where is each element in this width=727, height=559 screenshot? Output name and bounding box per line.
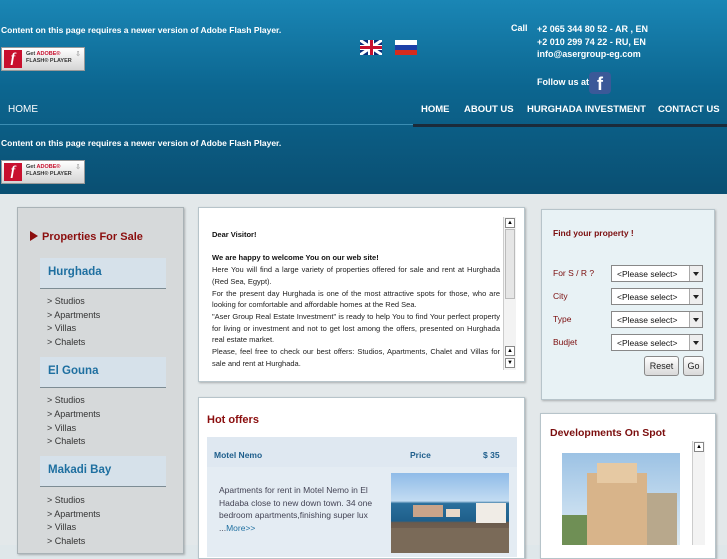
facebook-icon[interactable]: f (589, 72, 611, 94)
flash-message-banner: Content on this page requires a newer ve… (1, 138, 282, 148)
chevron-down-icon (689, 289, 702, 304)
chevron-down-icon (689, 335, 702, 350)
type-label: Type (553, 314, 572, 324)
welcome-greeting: Dear Visitor! (212, 230, 257, 239)
flash-message-top: Content on this page requires a newer ve… (1, 25, 282, 35)
sidebar-item-villas[interactable]: > Villas (47, 522, 76, 532)
get-flash-player-button-top[interactable]: f Get ADOBE® FLASH® PLAYER ⇩ (1, 47, 85, 71)
reset-button[interactable]: Reset (644, 356, 679, 376)
get-flash-player-button-banner[interactable]: f Get ADOBE® FLASH® PLAYER ⇩ (1, 160, 85, 184)
follow-us-label: Follow us at (537, 77, 590, 87)
phone-2: +2 010 299 74 22 - RU, EN (537, 37, 646, 47)
city-select[interactable]: <Please select> (611, 288, 703, 305)
welcome-paragraph: "Aser Group Real Estate Investment" is r… (212, 311, 500, 345)
chevron-down-icon (689, 312, 702, 327)
scroll-up-icon[interactable]: ▲ (505, 346, 515, 356)
city-label: City (553, 291, 568, 301)
hot-offer-name[interactable]: Motel Nemo (214, 450, 262, 460)
triangle-right-icon (30, 231, 38, 241)
nav-underline (413, 124, 727, 127)
flash-badge-text: Get ADOBE® FLASH® PLAYER (26, 51, 72, 64)
sidebar-item-apartments[interactable]: > Apartments (47, 310, 100, 320)
category-hurghada[interactable]: Hurghada (40, 258, 166, 289)
sidebar-item-studios[interactable]: > Studios (47, 495, 85, 505)
go-button[interactable]: Go (683, 356, 704, 376)
welcome-scrollbar[interactable]: ▲ ▲ ▼ (503, 217, 516, 370)
scroll-up-icon[interactable]: ▲ (694, 442, 704, 452)
flash-badge-text: Get ADOBE® FLASH® PLAYER (26, 164, 72, 177)
scroll-down-icon[interactable]: ▼ (505, 358, 515, 368)
download-icon: ⇩ (75, 51, 81, 58)
hot-offers-title: Hot offers (207, 414, 259, 426)
call-label: Call (511, 23, 528, 33)
more-link[interactable]: More>> (226, 523, 255, 533)
nav-home-left[interactable]: HOME (8, 104, 38, 115)
nav-home[interactable]: HOME (421, 104, 450, 115)
hot-offer-description: Apartments for rent in Motel Nemo in El … (219, 485, 373, 533)
development-photo[interactable] (562, 453, 680, 545)
budget-select[interactable]: <Please select> (611, 334, 703, 351)
type-select[interactable]: <Please select> (611, 311, 703, 328)
welcome-heading: We are happy to welcome You on our web s… (212, 253, 379, 263)
sidebar-item-villas[interactable]: > Villas (47, 323, 76, 333)
welcome-text: Dear Visitor! We are happy to welcome Yo… (212, 229, 500, 369)
chevron-down-icon (689, 266, 702, 281)
sidebar-item-studios[interactable]: > Studios (47, 395, 85, 405)
developments-scrollbar[interactable]: ▲ (692, 441, 705, 545)
budget-label: Budjet (553, 337, 578, 347)
nav-hurghada-investment[interactable]: HURGHADA INVESTMENT (527, 104, 646, 115)
welcome-paragraph: Here You will find a large variety of pr… (212, 265, 500, 286)
russian-flag-icon[interactable] (395, 40, 417, 55)
sidebar-item-chalets[interactable]: > Chalets (47, 436, 85, 446)
nav-about-us[interactable]: ABOUT US (464, 104, 514, 115)
flash-icon: f (4, 163, 22, 181)
download-icon: ⇩ (75, 164, 81, 171)
find-property-title: Find your property ! (553, 228, 634, 238)
for-sale-rent-label: For S / R ? (553, 268, 595, 278)
email-link[interactable]: info@asergroup-eg.com (537, 49, 641, 59)
category-makadi-bay[interactable]: Makadi Bay (40, 456, 166, 487)
welcome-paragraph: Please, feel free to check our best offe… (212, 347, 500, 368)
sidebar-item-apartments[interactable]: > Apartments (47, 409, 100, 419)
hot-offer-price-label: Price (410, 450, 431, 460)
developments-title: Developments On Spot (550, 427, 666, 439)
nav-contact-us[interactable]: CONTACT US (658, 104, 720, 115)
sidebar-item-studios[interactable]: > Studios (47, 296, 85, 306)
sidebar-item-apartments[interactable]: > Apartments (47, 509, 100, 519)
hot-offer-photo[interactable] (391, 473, 509, 553)
flash-icon: f (4, 50, 22, 68)
hot-offer-price: $ 35 (483, 450, 500, 460)
properties-for-sale-title: Properties For Sale (30, 231, 143, 243)
sidebar-item-chalets[interactable]: > Chalets (47, 337, 85, 347)
sidebar-item-villas[interactable]: > Villas (47, 423, 76, 433)
for-sale-rent-select[interactable]: <Please select> (611, 265, 703, 282)
category-el-gouna[interactable]: El Gouna (40, 357, 166, 388)
welcome-paragraph: For the present day Hurghada is one of t… (212, 288, 500, 310)
english-flag-icon[interactable] (360, 40, 382, 55)
scroll-thumb[interactable] (505, 229, 515, 299)
scroll-up-icon[interactable]: ▲ (505, 218, 515, 228)
phone-1: +2 065 344 80 52 - AR , EN (537, 24, 648, 34)
